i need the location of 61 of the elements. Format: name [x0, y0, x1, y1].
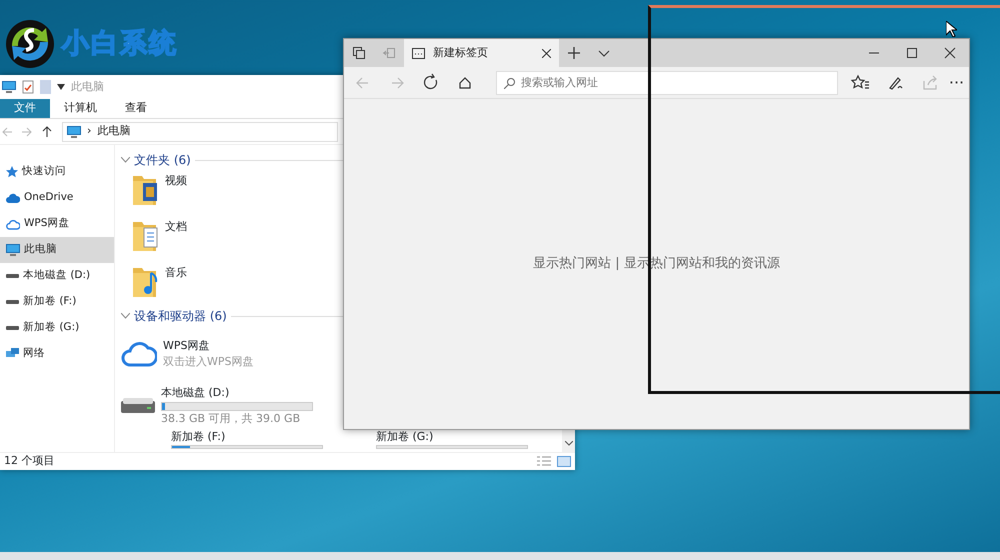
hard-drive-icon[interactable]	[121, 398, 155, 414]
details-view-icon[interactable]	[537, 456, 551, 467]
drive-info: 38.3 GB 可用，共 39.0 GB	[161, 410, 302, 426]
drive-name[interactable]: 本地磁盘 (D:)	[161, 385, 313, 402]
properties-icon[interactable]	[22, 80, 34, 94]
cursor-icon	[946, 21, 957, 37]
item-count: 12 个项目	[4, 453, 54, 470]
cloud-icon	[6, 218, 20, 230]
drive-icon	[6, 325, 19, 331]
up-icon[interactable]	[42, 126, 52, 137]
address-bar[interactable]: › 此电脑	[62, 122, 338, 142]
computer-icon	[2, 81, 16, 93]
folder-icon[interactable]	[133, 173, 159, 205]
group-header[interactable]: 设备和驱动器 (6)	[134, 307, 227, 325]
more-button[interactable]: ···	[948, 70, 965, 94]
sidebar-item[interactable]: 新加卷 (F:)	[0, 289, 114, 315]
drive-name[interactable]: WPS网盘	[163, 338, 254, 354]
ribbon-tab[interactable]: 文件	[0, 99, 50, 118]
breadcrumb-item[interactable]: 此电脑	[97, 123, 130, 140]
ribbon-tab[interactable]: 查看	[111, 99, 161, 118]
page-icon	[412, 48, 425, 58]
tabs-icon	[353, 47, 365, 59]
sidebar-item[interactable]: 网络	[0, 341, 114, 367]
drive-icon	[6, 299, 19, 305]
group-header[interactable]: 文件夹 (6)	[134, 151, 191, 169]
browser-tab[interactable]: 新建标签页	[404, 39, 559, 67]
drive-icon	[6, 273, 19, 279]
breadcrumb-separator: ›	[87, 123, 92, 140]
folder-icon[interactable]	[133, 219, 159, 251]
folder-icon[interactable]	[133, 265, 159, 297]
sidebar-item[interactable]: 此电脑	[0, 237, 114, 263]
drive-name[interactable]: 新加卷 (G:)	[376, 430, 526, 443]
sidebar-item[interactable]: WPS网盘	[0, 211, 114, 237]
address-field[interactable]: 搜索或输入网址	[496, 70, 838, 94]
computer-icon	[67, 126, 81, 138]
dropdown-icon[interactable]	[57, 84, 65, 90]
folder-name[interactable]: 音乐	[165, 265, 187, 282]
logo-text: 小白系统	[62, 26, 178, 61]
tiles-view-icon[interactable]	[557, 456, 571, 467]
folder-name[interactable]: 视频	[165, 173, 187, 190]
close-icon[interactable]	[542, 48, 551, 58]
drive-name[interactable]: 新加卷 (F:)	[171, 430, 326, 443]
folder-name[interactable]: 文档	[165, 219, 187, 236]
chevron-down-icon[interactable]	[121, 157, 130, 163]
drive-subtitle: 双击进入WPS网盘	[163, 354, 254, 370]
sidebar-item[interactable]: 快速访问	[0, 159, 114, 185]
scroll-down-icon[interactable]	[564, 441, 572, 446]
window-title: 此电脑	[71, 78, 104, 95]
tab-title: 新建标签页	[433, 44, 489, 61]
cloud-icon	[6, 193, 20, 203]
set-aside-icon	[383, 48, 395, 58]
logo-icon	[4, 18, 56, 70]
sidebar-item[interactable]: 新加卷 (G:)	[0, 315, 114, 341]
sidebar-item[interactable]: OneDrive	[0, 185, 114, 211]
computer-icon	[6, 244, 20, 256]
star-icon	[6, 166, 18, 178]
sidebar-item[interactable]: 本地磁盘 (D:)	[0, 263, 114, 289]
cloud-icon[interactable]	[121, 341, 157, 367]
chevron-down-icon[interactable]	[121, 313, 130, 319]
network-icon	[6, 348, 19, 360]
ribbon-tab[interactable]: 计算机	[50, 99, 111, 118]
